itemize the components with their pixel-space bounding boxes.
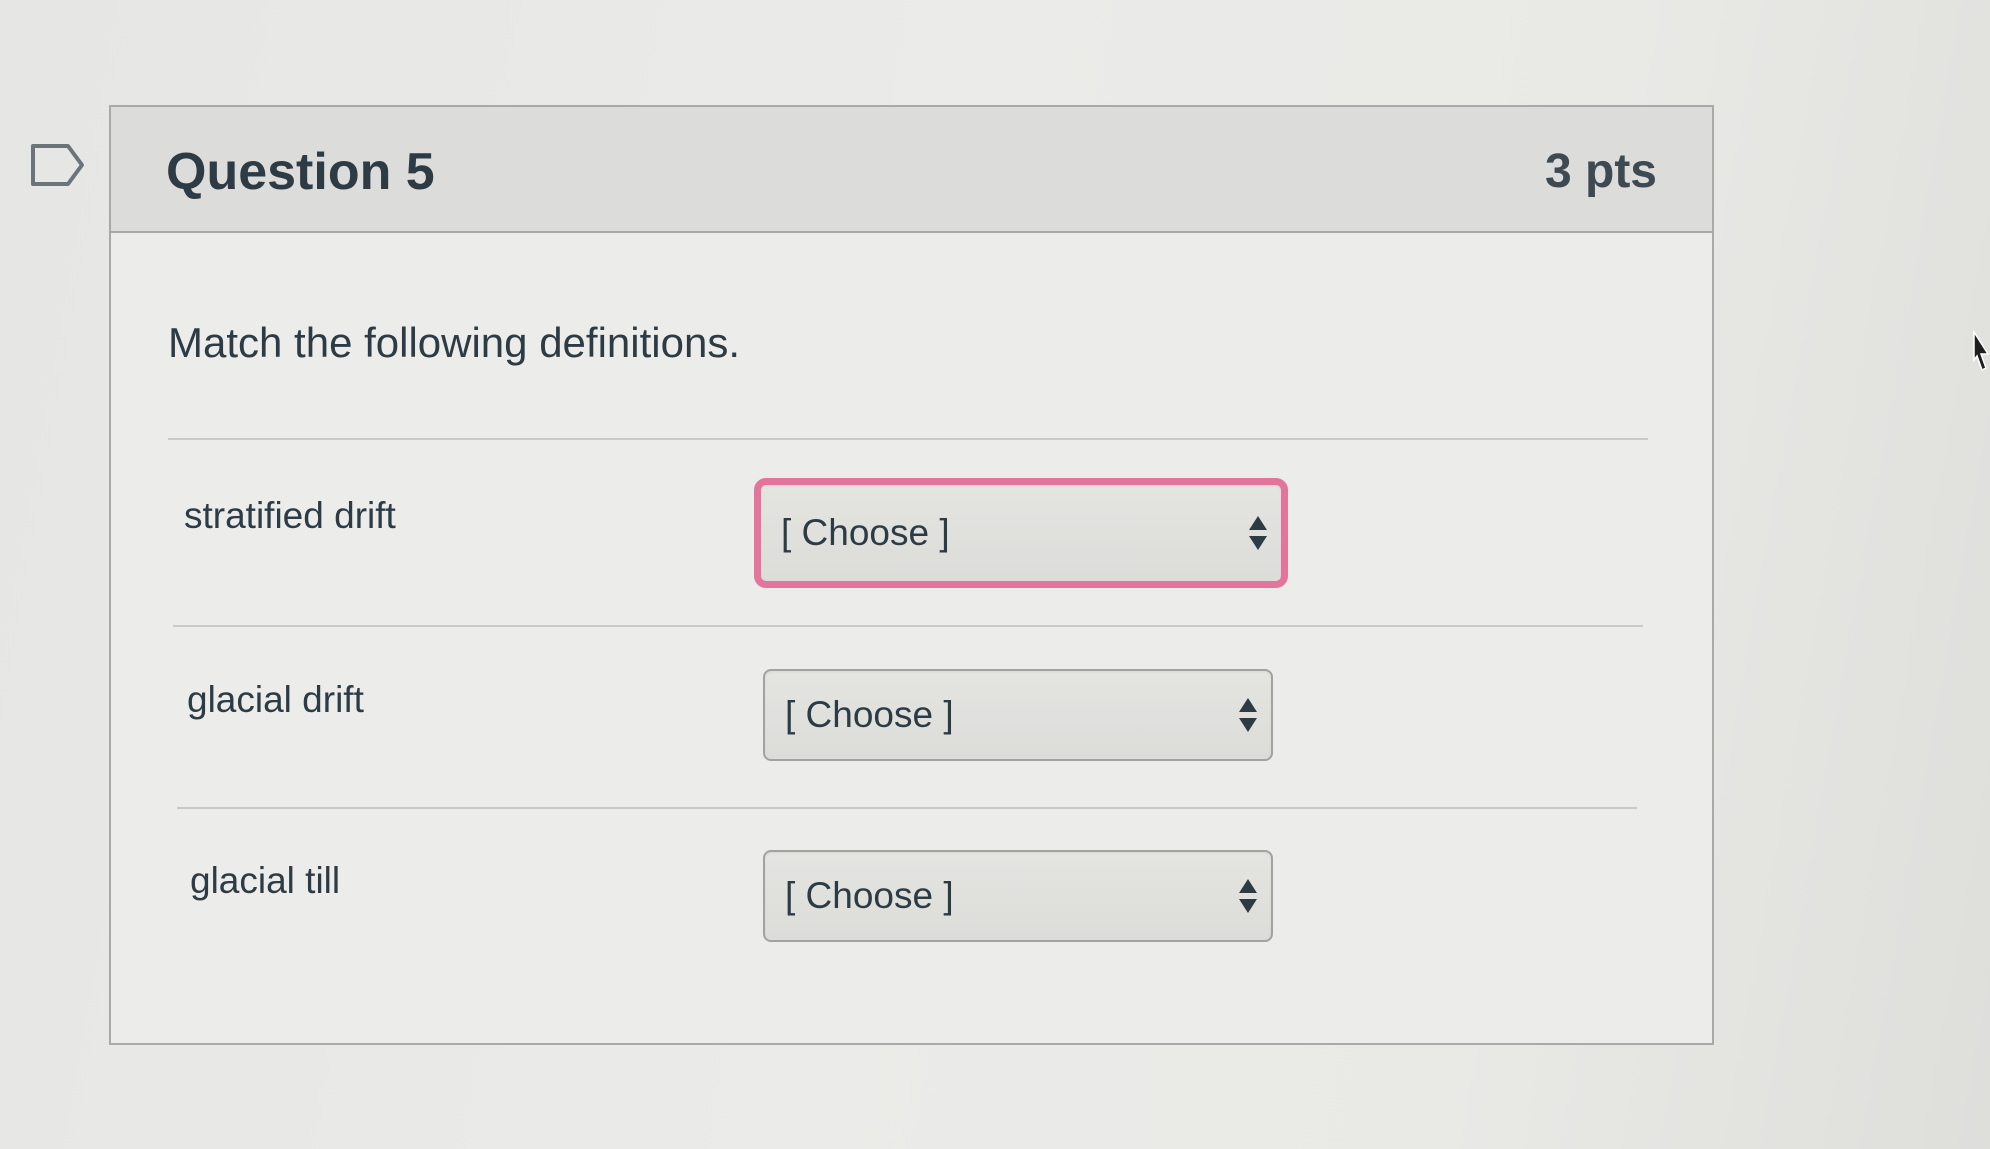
- select-updown-arrows-icon: [1249, 516, 1267, 550]
- select-updown-arrows-icon: [1239, 879, 1257, 913]
- match-select-glacial-drift[interactable]: [ Choose ]: [763, 669, 1273, 761]
- match-label-glacial-drift: glacial drift: [187, 679, 364, 720]
- question-prompt: Match the following definitions.: [168, 319, 740, 366]
- match-label-glacial-till: glacial till: [190, 860, 341, 901]
- match-select-glacial-till[interactable]: [ Choose ]: [763, 850, 1273, 942]
- select-value: [ Choose ]: [785, 694, 954, 735]
- row-divider: [177, 807, 1637, 809]
- question-title: Question 5: [166, 143, 435, 201]
- question-points: 3 pts: [1544, 145, 1657, 198]
- row-divider: [168, 438, 1648, 440]
- mouse-pointer-icon: [1973, 330, 1990, 372]
- row-divider: [173, 625, 1643, 627]
- select-value: [ Choose ]: [781, 512, 950, 553]
- question-header: Question 5 3 pts: [111, 107, 1712, 233]
- match-select-stratified-drift[interactable]: [ Choose ]: [754, 478, 1288, 588]
- question-card: Question 5 3 pts Match the following def…: [109, 105, 1714, 1045]
- select-value: [ Choose ]: [785, 875, 954, 916]
- match-label-stratified-drift: stratified drift: [184, 495, 396, 536]
- select-updown-arrows-icon: [1239, 698, 1257, 732]
- flag-question-icon[interactable]: [30, 143, 86, 187]
